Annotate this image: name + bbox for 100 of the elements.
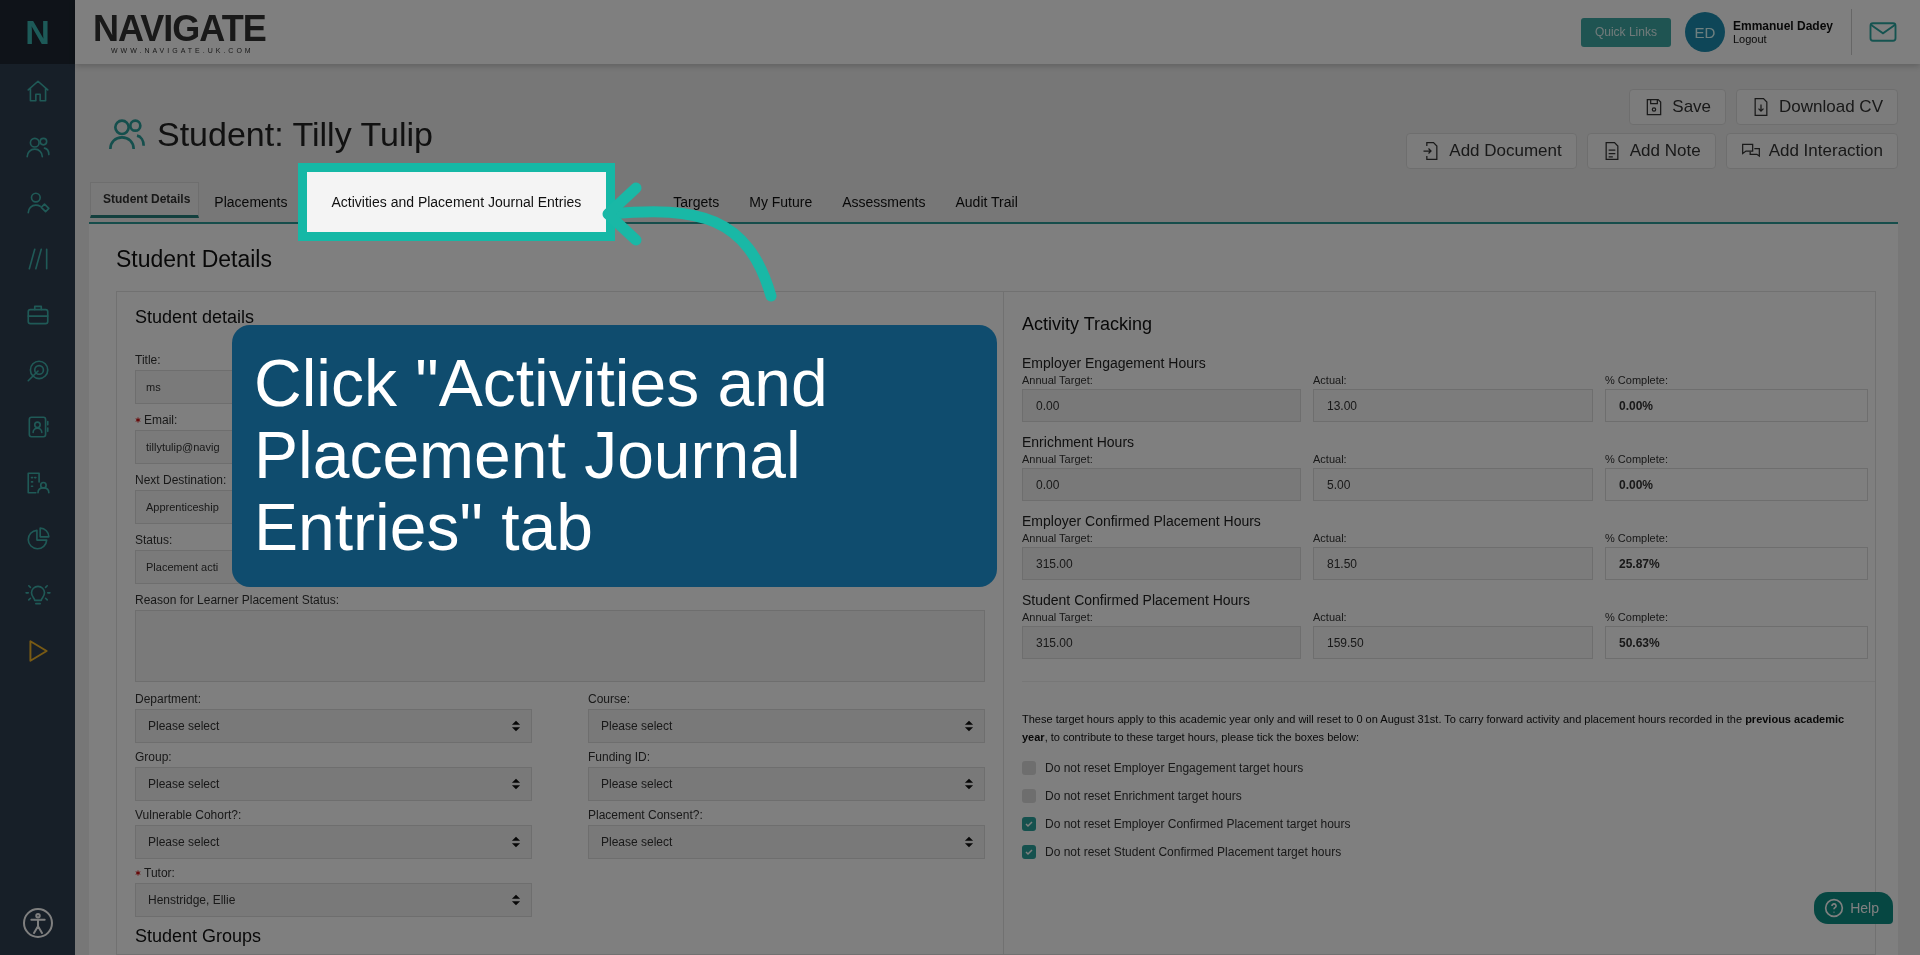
select-field[interactable]: Please select (588, 709, 985, 743)
checkbox-label: Do not reset Student Confirmed Placement target hours (1045, 845, 1342, 859)
field-label: Department: (135, 692, 202, 706)
field-label: Group: (135, 750, 172, 764)
help-button[interactable]: Help (1814, 892, 1893, 924)
page-title: Student: Tilly Tulip (157, 114, 433, 154)
required-icon (135, 870, 141, 876)
field-label: % Complete: (1605, 374, 1669, 386)
input-field[interactable]: 0.00 (1022, 389, 1301, 422)
field-label: Course: (588, 692, 631, 706)
input-field[interactable]: 50.63% (1605, 626, 1868, 659)
up-down-arrows-icon (962, 718, 976, 734)
up-down-arrows-icon (962, 834, 976, 850)
help-icon (1824, 898, 1845, 918)
tab[interactable]: Assessments (827, 182, 941, 222)
accessibility-icon[interactable] (21, 907, 54, 939)
select-value: Please select (148, 719, 220, 733)
field-label: Actual: (1313, 611, 1348, 623)
input-field[interactable]: 0.00 (1022, 468, 1301, 501)
input-field[interactable]: 5.00 (1313, 468, 1593, 501)
input-field[interactable]: 25.87% (1605, 547, 1868, 580)
group-title: Student Confirmed Placement Hours (1022, 592, 1251, 608)
select-field[interactable]: Henstridge, Ellie (135, 883, 532, 917)
checkbox-label: Do not reset Employer Confirmed Placement target hours (1045, 817, 1351, 831)
field-label: % Complete: (1605, 453, 1669, 465)
tab[interactable]: My Future (734, 182, 828, 222)
field-label: Reason for Learner Placement Status: (135, 593, 340, 607)
panel-heading: Student Groups (135, 926, 263, 946)
select-field[interactable]: Please select (588, 767, 985, 801)
user-avatar[interactable]: ED (1684, 12, 1725, 52)
field-label: Annual Target: (1022, 374, 1094, 386)
up-down-arrows-icon (962, 776, 976, 792)
field-label: Status: (135, 533, 173, 547)
building-person-icon[interactable] (24, 470, 51, 496)
section-title: Student Details (116, 246, 273, 273)
field-label: Tutor: (144, 866, 175, 880)
field-label: Title: (135, 353, 161, 367)
input-field[interactable]: 159.50 (1313, 626, 1593, 659)
checkmark-icon (1023, 818, 1035, 830)
checkbox-label: Do not reset Employer Engagement target hours (1045, 761, 1304, 775)
action-button[interactable]: Add Note (1586, 133, 1716, 169)
info-text: These target hours apply to this academic year only and will reset to 0 on August 31st. To carry forward activity and placement hours recorded in the previous academic year, to contribute to these target hours, please tick the boxes below: (1022, 712, 1846, 745)
app-logo[interactable]: N (25, 12, 50, 52)
checkbox-label: Do not reset Enrichment target hours (1045, 789, 1242, 803)
input-field[interactable]: 0.00% (1605, 468, 1868, 501)
field-label: Placement Consent?: (588, 808, 703, 822)
input-field[interactable]: 315.00 (1022, 626, 1301, 659)
field-label: Actual: (1313, 532, 1348, 544)
required-icon (135, 417, 141, 423)
target-icon[interactable] (24, 358, 51, 384)
tab[interactable]: Audit Trail (940, 182, 1033, 222)
field-label: Vulnerable Cohort?: (135, 808, 242, 822)
checkbox[interactable] (1022, 817, 1036, 831)
up-down-arrows-icon (509, 776, 523, 792)
action-button[interactable]: Save (1629, 89, 1727, 125)
up-down-arrows-icon (509, 892, 523, 908)
callout-text: Click "Activities and Placement Journal Entries" tab (232, 325, 997, 587)
up-down-arrows-icon (509, 718, 523, 734)
input-field[interactable]: 315.00 (1022, 547, 1301, 580)
select-field[interactable]: Please select (135, 825, 532, 859)
select-value: Please select (601, 777, 673, 791)
select-value: Please select (148, 777, 220, 791)
field-label: Next Destination: (135, 473, 227, 487)
field-label: Funding ID: (588, 750, 651, 764)
logout-link[interactable]: Logout (1732, 33, 1833, 45)
action-button[interactable]: Add Document (1406, 133, 1577, 169)
field-label: Annual Target: (1022, 453, 1094, 465)
group-title: Employer Engagement Hours (1022, 355, 1207, 371)
select-value: Please select (601, 719, 673, 733)
field-label: Actual: (1313, 453, 1348, 465)
select-value: Please select (601, 835, 673, 849)
select-value: Henstridge, Ellie (148, 893, 236, 907)
brand-logo[interactable]: NAVIGATE (93, 10, 266, 47)
panel-heading: Activity Tracking (1022, 314, 1154, 335)
group-title: Employer Confirmed Placement Hours (1022, 513, 1262, 529)
up-down-arrows-icon (509, 834, 523, 850)
input-field[interactable]: 81.50 (1313, 547, 1593, 580)
checkmark-icon (1023, 846, 1035, 858)
action-button[interactable]: Add Interaction (1725, 133, 1898, 169)
select-value: Please select (148, 835, 220, 849)
input-field[interactable]: 13.00 (1313, 389, 1593, 422)
action-button[interactable]: Download CV (1736, 89, 1898, 125)
group-title: Enrichment Hours (1022, 434, 1136, 450)
tab[interactable]: Targets (658, 182, 735, 222)
select-field[interactable]: Please select (588, 825, 985, 859)
field-label: Email: (144, 413, 178, 427)
panel-heading: Student details (135, 307, 256, 328)
tab[interactable]: Placements (199, 182, 303, 222)
pie-chart-icon[interactable] (24, 526, 51, 552)
input-field[interactable]: 0.00% (1605, 389, 1868, 422)
select-field[interactable]: Please select (135, 709, 532, 743)
field-label: % Complete: (1605, 611, 1669, 623)
checkbox[interactable] (1022, 845, 1036, 859)
field-label: Actual: (1313, 374, 1348, 386)
field-label: Annual Target: (1022, 532, 1094, 544)
person-tag-icon[interactable] (24, 190, 51, 216)
field-label: Annual Target: (1022, 611, 1094, 623)
select-field[interactable]: Please select (135, 767, 532, 801)
field-label: % Complete: (1605, 532, 1669, 544)
tab[interactable]: Student Details (90, 182, 200, 218)
